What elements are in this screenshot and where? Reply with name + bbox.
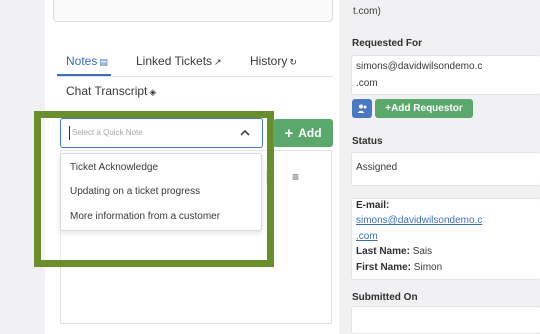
tab-linked-tickets-label: Linked Tickets — [136, 54, 213, 68]
status-label: Status — [352, 136, 383, 147]
tab-history-label: History — [250, 54, 288, 68]
last-name-row: Last Name: Sais — [356, 246, 432, 257]
plus-icon: + — [284, 124, 294, 142]
quick-note-option[interactable]: More information from a customer — [70, 211, 220, 222]
chevron-up-icon[interactable] — [238, 125, 252, 141]
tab-history[interactable]: History ↻ — [250, 54, 297, 68]
last-name-value: Sais — [412, 246, 433, 257]
subject-field[interactable] — [53, 0, 333, 22]
submitted-on-field — [351, 306, 540, 334]
external-link-icon: ↗ — [214, 57, 222, 67]
email-label: E-mail: — [356, 200, 390, 211]
tab-notes[interactable]: Notes ▤ — [66, 54, 108, 68]
first-name-row: First Name: Simon — [356, 262, 442, 273]
notes-icon: ▤ — [99, 57, 108, 67]
requester-email-line1: simons@davidwilsondemo.c — [356, 61, 483, 72]
quick-note-option[interactable]: Updating on a ticket progress — [70, 186, 200, 197]
quick-note-option[interactable]: Ticket Acknowledge — [70, 162, 158, 173]
add-note-button-label: Add — [298, 126, 322, 140]
first-name-label: First Name: — [356, 262, 412, 273]
tab-notes-label: Notes — [66, 54, 98, 68]
tabs-divider — [57, 76, 333, 77]
first-name-value: Simon — [413, 262, 443, 273]
requested-for-label: Requested For — [352, 38, 423, 49]
history-icon: ↻ — [289, 57, 297, 67]
quick-note-select[interactable]: Select a Quick Note — [60, 118, 263, 148]
previous-field-fragment: t.com) — [353, 6, 381, 17]
contact-email-link-cont[interactable]: .com — [356, 231, 378, 242]
status-value: Assigned — [356, 162, 398, 173]
last-name-label: Last Name: — [356, 246, 410, 257]
tab-chat-transcript[interactable]: Chat Transcript ◈ — [66, 84, 156, 98]
users-icon — [357, 104, 366, 113]
user-lookup-button[interactable] — [352, 99, 372, 118]
quick-note-placeholder: Select a Quick Note — [72, 128, 143, 137]
text-cursor — [69, 126, 70, 140]
tab-linked-tickets[interactable]: Linked Tickets ↗ — [136, 54, 222, 68]
tab-chat-transcript-label: Chat Transcript — [66, 84, 148, 98]
list-icon[interactable]: ≡ — [292, 170, 299, 184]
quick-note-dropdown: Ticket Acknowledge Updating on a ticket … — [60, 153, 262, 231]
contact-email-link[interactable]: simons@davidwilsondemo.c — [356, 215, 482, 226]
requester-email-line2: .com — [356, 78, 378, 89]
add-requestor-button[interactable]: +Add Requestor — [375, 99, 473, 118]
submitted-on-label: Submitted On — [352, 292, 418, 303]
layers-icon: ◈ — [149, 87, 157, 97]
ticket-properties-panel: t.com) Requested For simons@davidwilsond… — [342, 0, 540, 334]
add-note-button[interactable]: + Add — [273, 119, 333, 147]
